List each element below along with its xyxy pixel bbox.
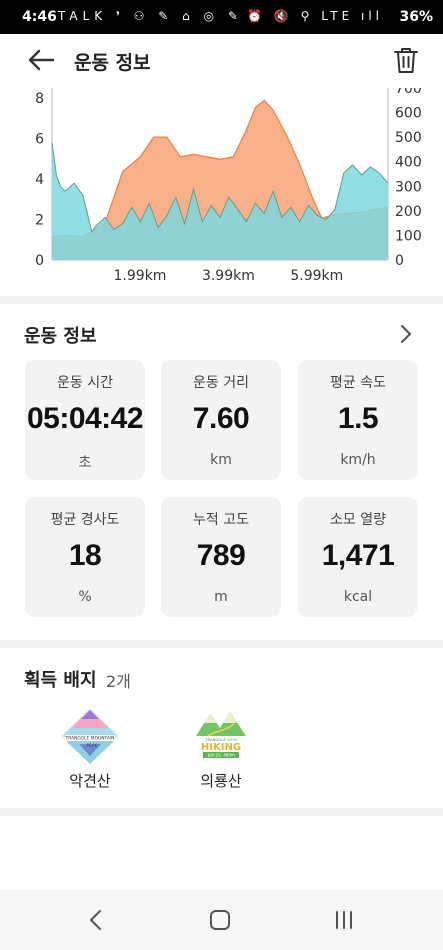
- badge-item[interactable]: TRANGGLE MOUNTAIN PEAK 악견산: [45, 706, 135, 791]
- stat-label: 운동 시간: [57, 375, 113, 391]
- stat-label: 평균 경사도: [50, 512, 120, 528]
- y-right-tick-label: 400: [395, 155, 422, 171]
- y-right-tick-label: 700: [395, 88, 422, 97]
- elevation-chart: 0 2 4 6 8 0 100 200 300 400 500 600 700 1.99km 3.99km 5…: [35, 88, 422, 284]
- x-tick-label: 5.99km: [290, 268, 343, 284]
- badge-item[interactable]: TRANGGLE 2019 HIKING 등반고도 480m 의룡산: [176, 706, 266, 791]
- hiking-badge-icon: TRANGGLE 2019 HIKING 등반고도 480m: [194, 712, 248, 758]
- nav-back-icon[interactable]: [84, 908, 110, 932]
- nav-home-icon[interactable]: [207, 908, 233, 932]
- y-left-tick-label: 4: [35, 172, 44, 188]
- stat-label: 소모 열량: [330, 512, 386, 528]
- stat-label: 평균 속도: [330, 375, 386, 391]
- stat-unit: km: [210, 452, 232, 468]
- logo-text: TRANGGLE MOUNTAIN: [65, 736, 115, 742]
- stat-label: 운동 거리: [193, 375, 249, 391]
- stat-unit: m: [214, 589, 228, 605]
- battery-level: 36%: [399, 9, 433, 25]
- stat-total-ascent: 누적 고도 789 m: [161, 497, 281, 617]
- back-arrow-icon[interactable]: [26, 44, 56, 76]
- badge-name: 악견산: [69, 772, 111, 790]
- mountain-peak-badge-icon: TRANGGLE MOUNTAIN PEAK: [61, 708, 119, 764]
- y-right-tick-label: 600: [395, 106, 422, 122]
- x-tick-label: 3.99km: [202, 268, 255, 284]
- stat-unit: kcal: [343, 589, 373, 605]
- logo-text: HIKING: [201, 742, 241, 753]
- badge-count: 2개: [106, 672, 131, 691]
- stat-unit: %: [78, 589, 92, 605]
- section-title: 운동 정보: [24, 326, 97, 347]
- page-title: 운동 정보: [74, 52, 151, 74]
- x-tick-label: 1.99km: [114, 268, 167, 284]
- y-right-tick-label: 100: [395, 228, 422, 244]
- y-left-tick-label: 2: [35, 213, 44, 229]
- badge-name: 의룡산: [200, 772, 242, 790]
- notification-icons: TALK ❜ ⚇ ✎ ⌂ ◎ ✎ •: [58, 9, 264, 23]
- section-title: 획득 배지: [24, 670, 97, 691]
- empty-section: [0, 816, 443, 890]
- y-right-tick-label: 500: [395, 130, 422, 146]
- y-left-tick-label: 0: [35, 253, 44, 269]
- exercise-info-section: 운동 정보 운동 시간 05:04:42 초 운동 거리 7.60 km 평균 …: [0, 304, 443, 640]
- chevron-right-icon[interactable]: [399, 323, 413, 345]
- system-nav-bar: [0, 890, 443, 950]
- stat-avg-slope: 평균 경사도 18 %: [25, 497, 145, 617]
- stat-calories: 소모 열량 1,471 kcal: [298, 497, 418, 617]
- stat-unit: km/h: [340, 452, 376, 468]
- stat-value: 1.5: [337, 402, 379, 435]
- y-left-tick-label: 8: [35, 91, 44, 107]
- stat-avg-speed: 평균 속도 1.5 km/h: [298, 360, 418, 480]
- elevation-chart-card: 0 2 4 6 8 0 100 200 300 400 500 600 700 1.99km 3.99km 5…: [0, 88, 443, 296]
- stat-label: 누적 고도: [193, 512, 249, 528]
- status-bar: 4:46 TALK ❜ ⚇ ✎ ⌂ ◎ ✎ • ⏰ 🔇 ⚲ LTE ıll 36…: [0, 0, 443, 34]
- y-right-tick-label: 300: [395, 179, 422, 195]
- stat-unit: 초: [78, 455, 92, 471]
- stat-distance: 운동 거리 7.60 km: [161, 360, 281, 480]
- stat-value: 7.60: [192, 402, 250, 435]
- logo-text: 등반고도 480m: [207, 752, 235, 758]
- logo-text: PEAK: [87, 743, 98, 748]
- system-icons: ⏰ 🔇 ⚲ LTE ıll: [247, 9, 383, 23]
- stat-value: 05:04:42: [26, 402, 144, 435]
- trash-icon[interactable]: [393, 46, 419, 74]
- app-header: 운동 정보: [0, 34, 443, 88]
- stat-value: 18: [68, 539, 102, 572]
- badges-section: 획득 배지 2개 TRANGGLE MOUNTAIN PEAK 악견산 TRAN…: [0, 648, 443, 808]
- stat-exercise-time: 운동 시간 05:04:42 초: [25, 360, 145, 480]
- y-right-tick-label: 200: [395, 204, 422, 220]
- y-right-tick-label: 0: [395, 253, 404, 269]
- stat-value: 1,471: [321, 539, 395, 572]
- stat-value: 789: [196, 539, 246, 572]
- nav-recents-icon[interactable]: [331, 908, 357, 932]
- y-left-tick-label: 6: [35, 132, 44, 148]
- status-time: 4:46: [22, 9, 57, 25]
